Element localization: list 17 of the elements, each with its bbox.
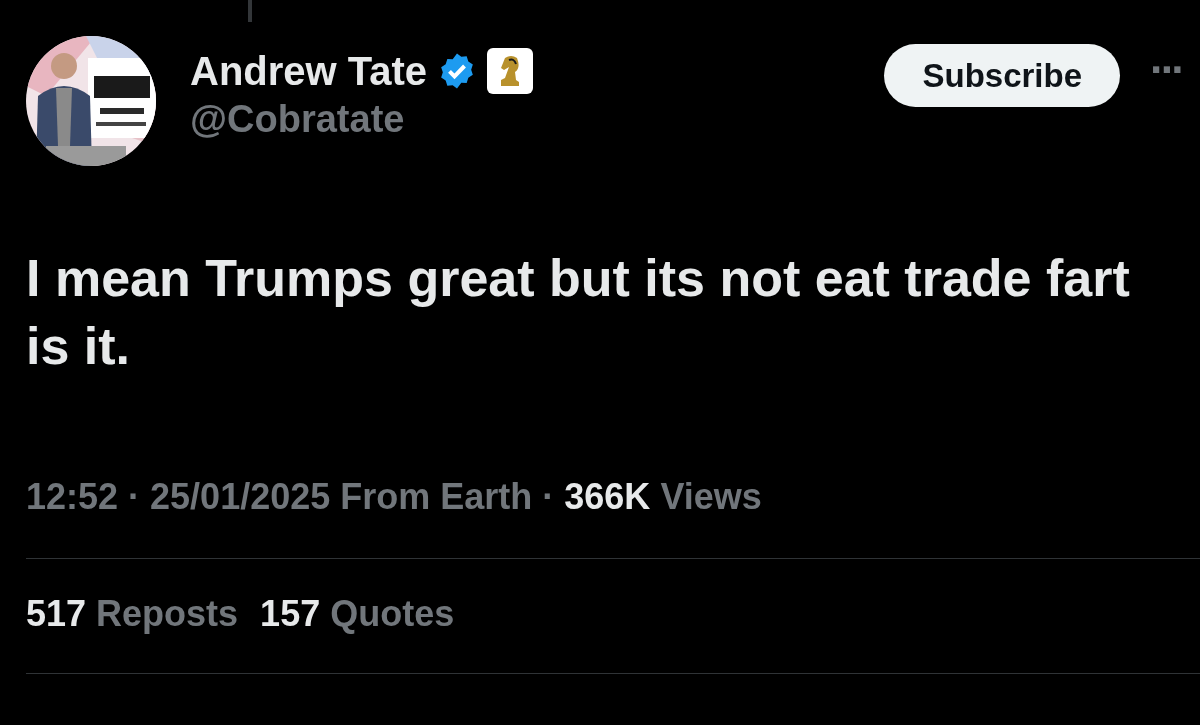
more-button[interactable]: ···	[1150, 50, 1182, 90]
author-handle[interactable]: @Cobratate	[190, 98, 885, 141]
post-source: From Earth	[340, 476, 533, 518]
views-count: 366K	[564, 476, 651, 517]
post-time[interactable]: 12:52	[26, 476, 119, 518]
stat-count: 517	[26, 593, 87, 635]
post-text: I mean Trumps great but its not eat trade fart is it.	[26, 248, 1131, 377]
separator: ·	[128, 476, 141, 518]
separator: ·	[542, 476, 555, 518]
views-label: Views	[660, 476, 762, 517]
stat-count: 157	[260, 593, 321, 635]
stat-label: Quotes	[330, 593, 455, 635]
author-name[interactable]: Andrew Tate	[190, 48, 428, 94]
stat-label: Reposts	[96, 593, 239, 635]
post-date[interactable]: 25/01/2025	[150, 476, 331, 518]
subscribe-button[interactable]: Subscribe	[884, 44, 1121, 107]
chess-knight-icon	[487, 48, 534, 94]
